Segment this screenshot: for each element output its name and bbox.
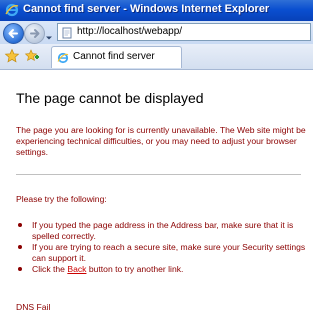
window-title: Cannot find server - Windows Internet Ex… <box>23 3 270 15</box>
divider <box>16 174 301 175</box>
back-arrow-icon <box>8 29 18 38</box>
tab-cannot-find-server[interactable]: Cannot find server <box>51 46 182 68</box>
list-item: If you typed the page address in the Add… <box>18 220 308 242</box>
forward-button[interactable] <box>24 23 45 44</box>
bullet-icon <box>18 245 22 249</box>
tab-bar: Cannot find server <box>0 44 313 70</box>
ie-logo-icon <box>5 3 19 17</box>
add-favorites-icon[interactable] <box>24 48 40 64</box>
ie-logo-icon <box>57 51 69 64</box>
back-button[interactable] <box>3 23 24 44</box>
try-following-label: Please try the following: <box>16 194 107 204</box>
error-description: The page you are looking for is currentl… <box>16 125 306 157</box>
suggestion-list: If you typed the page address in the Add… <box>18 220 308 275</box>
address-bar[interactable]: http://localhost/webapp/ <box>57 23 311 41</box>
bullet-icon <box>18 267 22 271</box>
tab-label: Cannot find server <box>73 51 155 62</box>
address-url[interactable]: http://localhost/webapp/ <box>77 26 182 37</box>
favorites-star-icon[interactable] <box>4 48 20 64</box>
page-title: The page cannot be displayed <box>16 90 204 106</box>
recent-pages-dropdown[interactable] <box>45 29 53 40</box>
list-item: Click the Back button to try another lin… <box>18 264 308 275</box>
window-title-bar[interactable]: Cannot find server - Windows Internet Ex… <box>0 0 313 21</box>
back-link[interactable]: Back <box>67 264 86 274</box>
bullet-icon <box>18 223 22 227</box>
list-item: If you are trying to reach a secure site… <box>18 242 308 264</box>
navigation-bar: http://localhost/webapp/ <box>0 21 313 44</box>
forward-arrow-icon <box>30 29 40 38</box>
chevron-down-icon <box>46 36 52 40</box>
page-content: The page cannot be displayed The page yo… <box>0 70 313 320</box>
page-icon <box>61 26 73 39</box>
error-type-label: DNS Fail <box>16 302 51 312</box>
